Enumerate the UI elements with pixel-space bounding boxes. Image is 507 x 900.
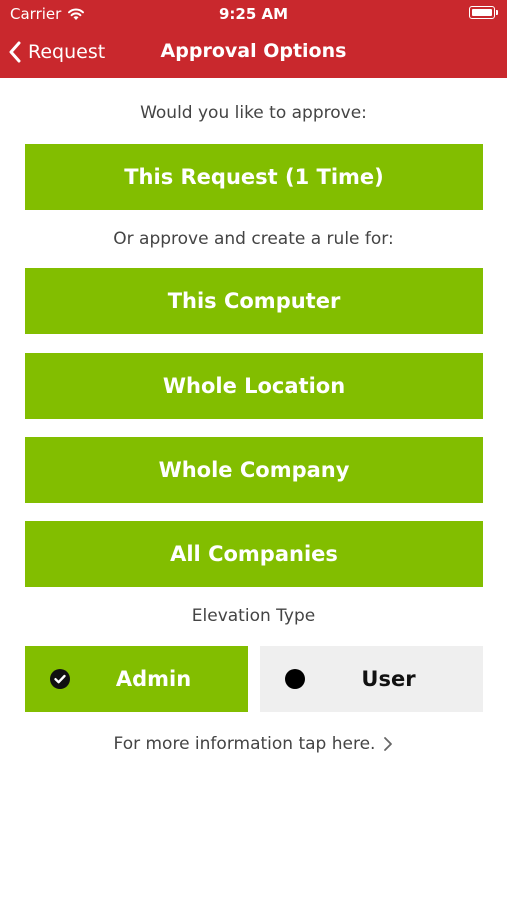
approve-this-request-label: This Request (1 Time) bbox=[124, 165, 384, 189]
rule-all-companies-label: All Companies bbox=[170, 542, 338, 566]
rule-whole-location-button[interactable]: Whole Location bbox=[25, 353, 483, 419]
battery-icon bbox=[469, 6, 498, 19]
rule-all-companies-button[interactable]: All Companies bbox=[25, 521, 483, 587]
elevation-type-label: Elevation Type bbox=[191, 606, 316, 626]
app-header: Carrier 9:25 AM Request Approval Options bbox=[0, 0, 507, 78]
check-circle-icon bbox=[50, 669, 70, 689]
status-bar: Carrier 9:25 AM bbox=[0, 0, 507, 28]
elevation-admin-option[interactable]: Admin bbox=[25, 646, 248, 712]
rule-this-computer-label: This Computer bbox=[167, 289, 341, 313]
battery-level bbox=[472, 9, 492, 16]
chevron-right-icon bbox=[384, 737, 393, 751]
more-info-link[interactable]: For more information tap here. bbox=[0, 734, 507, 754]
rule-whole-location-label: Whole Location bbox=[162, 374, 346, 398]
status-time: 9:25 AM bbox=[218, 5, 289, 23]
radio-dot-icon bbox=[285, 669, 305, 689]
rule-this-computer-button[interactable]: This Computer bbox=[25, 268, 483, 334]
rule-whole-company-button[interactable]: Whole Company bbox=[25, 437, 483, 503]
page-title: Approval Options bbox=[160, 40, 347, 62]
elevation-user-option[interactable]: User bbox=[260, 646, 483, 712]
rule-prompt: Or approve and create a rule for: bbox=[113, 229, 394, 249]
nav-bar: Request Approval Options bbox=[0, 30, 507, 74]
approve-prompt: Would you like to approve: bbox=[140, 103, 367, 123]
more-info-label: For more information tap here. bbox=[113, 734, 376, 754]
rule-whole-company-label: Whole Company bbox=[158, 458, 350, 482]
approve-this-request-button[interactable]: This Request (1 Time) bbox=[25, 144, 483, 210]
